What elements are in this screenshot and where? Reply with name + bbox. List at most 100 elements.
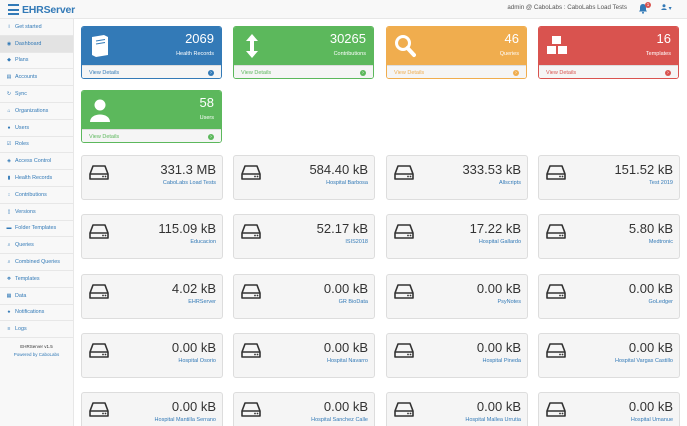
sidebar-item-roles[interactable]: ☑ Roles <box>0 137 73 154</box>
sidebar-item-templates[interactable]: ❖ Templates <box>0 271 73 288</box>
storage-card: 0.00 kB GoLedger <box>538 274 680 319</box>
sidebar-item-notifications[interactable]: ♠ Notifications <box>0 305 73 322</box>
organization-link[interactable]: EHRServer <box>188 299 216 305</box>
sidebar-item-plans[interactable]: ◆ Plans <box>0 53 73 70</box>
stat-count: 2069 <box>185 31 214 46</box>
hard-drive-icon <box>546 284 566 299</box>
sidebar-item-data[interactable]: ▦ Data <box>0 288 73 305</box>
sidebar-item-users[interactable]: ● Users <box>0 120 73 137</box>
storage-size: 0.00 kB <box>171 340 216 355</box>
storage-card: 4.02 kB EHRServer <box>81 274 223 319</box>
powered-by-link[interactable]: Powered by CaboLabs <box>0 352 73 357</box>
view-details-link[interactable]: View Details › <box>539 65 678 78</box>
hard-drive-icon <box>241 402 261 417</box>
organization-link[interactable]: GR BioData <box>339 299 368 305</box>
sidebar-item-label: Users <box>15 124 30 131</box>
sidebar-item-label: Contributions <box>15 191 47 198</box>
sidebar-item-versions[interactable]: ▯ Versions <box>0 204 73 221</box>
organization-link[interactable]: Hospital Vargas Castillo <box>615 358 673 364</box>
search-icon: ⌕ <box>7 259 11 266</box>
storage-card: 0.00 kB PsyNotes <box>386 274 528 319</box>
organization-link[interactable]: Hospital Mantilla Serrano <box>155 417 216 423</box>
top-navbar: EHRServer admin @ CaboLabs : CaboLabs Lo… <box>0 0 687 19</box>
accounts-icon: ▤ <box>6 74 12 81</box>
stat-label: Templates <box>645 51 671 57</box>
sidebar-item-accounts[interactable]: ▤ Accounts <box>0 69 73 87</box>
view-details-link[interactable]: View Details › <box>82 129 221 142</box>
brand-logo[interactable]: EHRServer <box>8 3 75 16</box>
shield-icon: ◈ <box>7 158 11 165</box>
organization-link[interactable]: ISIS2018 <box>345 239 368 245</box>
stat-panel-contributions: 30265 Contributions View Details › <box>233 26 374 79</box>
organization-link[interactable]: Test 2019 <box>649 180 673 186</box>
storage-size: 0.00 kB <box>476 340 521 355</box>
storage-size: 0.00 kB <box>628 281 673 296</box>
sidebar-item-combined-queries[interactable]: ⌕ Combined Queries <box>0 254 73 271</box>
organization-link[interactable]: Hospital Mallea Urrutia <box>465 417 521 423</box>
organization-link[interactable]: Hospital Barbosa <box>326 180 368 186</box>
storage-card: 0.00 kB Hospital Vargas Castillo <box>538 333 680 378</box>
stat-panel-header: 2069 Health Records <box>82 27 221 65</box>
user-icon <box>89 97 111 123</box>
storage-card: 0.00 kB Hospital Navarro <box>233 333 375 378</box>
roles-icon: ☑ <box>6 141 12 148</box>
sidebar-item-label: Plans <box>15 57 29 64</box>
organization-link[interactable]: Hospital Umanue <box>631 417 673 423</box>
organization-link[interactable]: Medtronic <box>649 239 673 245</box>
version-label: EHRServer v1.5 <box>20 344 53 350</box>
organization-link[interactable]: CaboLabs Load Tests <box>163 180 216 186</box>
storage-size: 0.00 kB <box>171 399 216 414</box>
stat-label: Health Records <box>176 51 214 57</box>
sidebar-footer: EHRServer v1.5 Powered by CaboLabs <box>0 338 73 357</box>
organization-link[interactable]: Allscripts <box>499 180 521 186</box>
arrow-right-icon: › <box>360 70 366 76</box>
storage-card: 333.53 kB Allscripts <box>386 155 528 200</box>
info-icon: i <box>8 23 10 30</box>
arrow-right-icon: › <box>665 70 671 76</box>
storage-card: 0.00 kB Hospital Mallea Urrutia <box>386 392 528 426</box>
view-details-link[interactable]: View Details › <box>234 65 373 78</box>
organization-link[interactable]: Educacion <box>190 239 216 245</box>
storage-card: 0.00 kB Hospital Mantilla Serrano <box>81 392 223 426</box>
hard-drive-icon <box>394 343 414 358</box>
organization-link[interactable]: Hospital Gallardo <box>479 239 521 245</box>
hard-drive-icon <box>394 165 414 180</box>
view-details-label: View Details <box>394 70 425 76</box>
storage-card: 0.00 kB Hospital Pineda <box>386 333 528 378</box>
sidebar-item-health-records[interactable]: ▮ Health Records <box>0 170 73 187</box>
view-details-link[interactable]: View Details › <box>387 65 526 78</box>
sidebar-item-queries[interactable]: ⌕ Queries <box>0 237 73 255</box>
sidebar-item-dashboard[interactable]: ◉ Dashboard <box>0 35 73 53</box>
user-icon: ● <box>7 124 11 131</box>
sidebar-item-get-started[interactable]: i Get started <box>0 19 73 36</box>
organization-link[interactable]: Hospital Osorio <box>178 358 216 364</box>
organization-link[interactable]: Hospital Pineda <box>482 358 521 364</box>
versions-icon: ▯ <box>7 208 11 215</box>
organization-link[interactable]: GoLedger <box>649 299 673 305</box>
view-details-label: View Details <box>241 70 272 76</box>
user-menu[interactable]: ▾ <box>661 4 672 12</box>
sidebar-item-label: Templates <box>15 275 40 282</box>
search-icon: ⌕ <box>7 242 11 249</box>
stat-panel-header: 46 Queries <box>387 27 526 65</box>
organization-link[interactable]: Hospital Sanchez Calle <box>311 417 368 423</box>
sidebar-item-label: Versions <box>15 208 36 215</box>
storage-size: 115.09 kB <box>158 221 216 236</box>
view-details-link[interactable]: View Details › <box>82 65 221 78</box>
organization-link[interactable]: Hospital Navarro <box>327 358 368 364</box>
sidebar-item-sync[interactable]: ↻ Sync <box>0 86 73 103</box>
health-records-icon: ▮ <box>7 175 11 182</box>
hard-drive-icon <box>89 165 109 180</box>
storage-card: 0.00 kB Hospital Umanue <box>538 392 680 426</box>
sidebar-item-access-control[interactable]: ◈ Access Control <box>0 153 73 171</box>
sidebar-item-logs[interactable]: ≡ Logs <box>0 321 73 339</box>
sidebar-item-organizations[interactable]: ⌂ Organizations <box>0 103 73 120</box>
app-title: EHRServer <box>22 3 76 16</box>
sidebar-item-folder-templates[interactable]: ▬ Folder Templates <box>0 221 73 238</box>
logs-icon: ≡ <box>7 326 11 333</box>
sidebar-item-contributions[interactable]: ↕ Contributions <box>0 187 73 204</box>
dashboard-icon: ◉ <box>6 40 12 47</box>
hard-drive-icon <box>241 343 261 358</box>
hard-drive-icon <box>394 284 414 299</box>
organization-link[interactable]: PsyNotes <box>497 299 521 305</box>
